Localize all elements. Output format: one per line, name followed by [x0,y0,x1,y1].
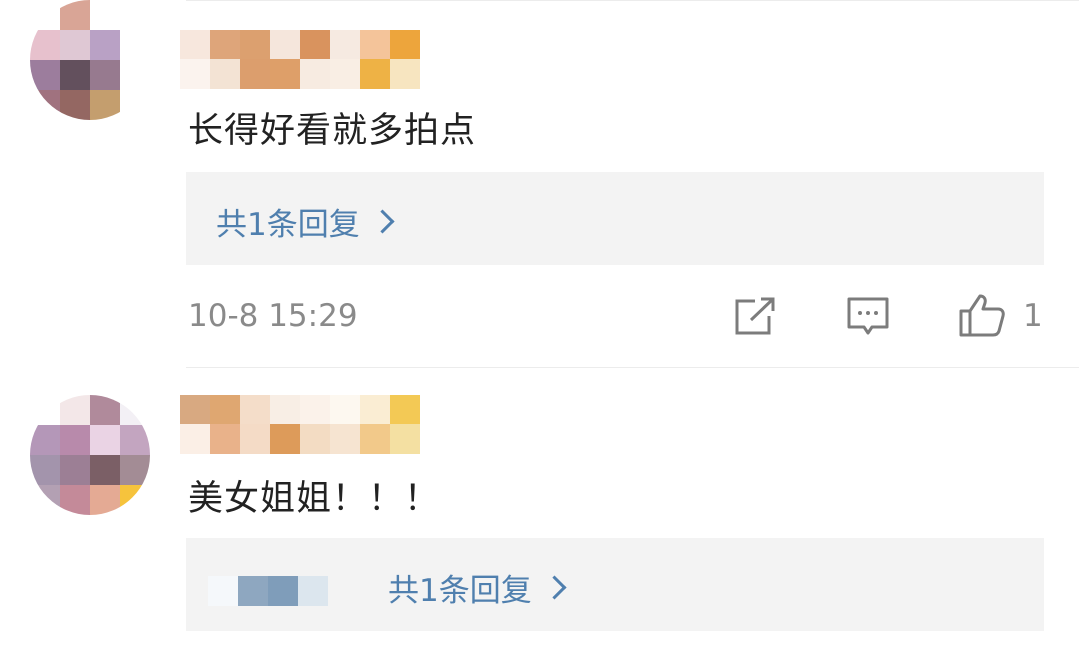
mosaic-tile [300,424,330,454]
mosaic-tile [90,485,120,515]
view-replies-label: 共1条回复 [388,573,532,609]
mosaic-tile [120,30,150,60]
comment-text: 长得好看就多拍点 [188,111,477,151]
mosaic-tile [90,425,120,455]
top-divider [186,0,1079,1]
mosaic-tile [120,455,150,485]
mosaic-tile [300,59,330,89]
mosaic-tile [60,455,90,485]
mosaic-tile [30,395,60,425]
like-button[interactable] [958,292,1006,338]
mosaic-tile [60,0,90,30]
mosaic-tile [390,395,420,425]
mosaic-tile [60,485,90,515]
avatar[interactable] [30,395,150,515]
mosaic-tile [30,0,60,30]
username-blurred[interactable] [180,30,420,89]
comment-divider [186,367,1079,368]
mosaic-tile [120,485,150,515]
mosaic-tile [180,59,210,89]
mosaic-tile [240,30,270,60]
mosaic-tile [360,424,390,454]
mosaic-tile [360,395,390,425]
mosaic-tile [180,30,210,60]
comment-text: 美女姐姐！！！ [188,479,441,519]
mosaic-tile [270,395,300,425]
thumbs-up-icon [959,294,1005,337]
mosaic-tile [60,60,90,90]
reply-preview-box[interactable]: 共1条回复 [186,538,1044,631]
reply-button[interactable] [846,296,890,338]
mosaic-tile [120,395,150,425]
mosaic-tile [238,576,268,606]
chevron-right-icon [542,575,567,600]
mosaic-tile [210,395,240,425]
mosaic-tile [30,60,60,90]
view-replies-link[interactable]: 共1条回复 [388,565,567,610]
mosaic-tile [270,30,300,60]
mosaic-tile [60,395,90,425]
mosaic-tile [120,425,150,455]
mosaic-tile [90,90,120,120]
mosaic-tile [120,0,150,30]
mosaic-tile [30,90,60,120]
mosaic-tile [90,455,120,485]
mosaic-tile [180,395,210,425]
mosaic-tile [30,485,60,515]
mosaic-tile [390,30,420,60]
mosaic-tile [30,30,60,60]
mosaic-tile [90,30,120,60]
mosaic-tile [210,424,240,454]
comment-icon [847,297,889,335]
username-blurred[interactable] [180,395,420,454]
mosaic-tile [60,30,90,60]
mosaic-tile [270,59,300,89]
reply-author-blurred [208,576,328,606]
mosaic-tile [330,30,360,60]
mosaic-tile [30,455,60,485]
view-replies-label: 共1条回复 [216,207,360,243]
like-count: 1 [1023,298,1043,334]
mosaic-tile [210,30,240,60]
mosaic-tile [300,30,330,60]
mosaic-tile [120,60,150,90]
mosaic-tile [270,424,300,454]
share-icon [735,297,775,335]
chevron-right-icon [370,209,395,234]
mosaic-tile [120,90,150,120]
mosaic-tile [60,90,90,120]
mosaic-tile [208,576,238,606]
mosaic-tile [180,424,210,454]
mosaic-tile [268,576,298,606]
mosaic-tile [240,395,270,425]
view-replies-link[interactable]: 共1条回复 [216,199,395,244]
mosaic-tile [360,30,390,60]
comment-timestamp: 10-8 15:29 [188,298,358,334]
mosaic-tile [330,395,360,425]
mosaic-tile [240,424,270,454]
mosaic-tile [90,60,120,90]
mosaic-tile [360,59,390,89]
mosaic-tile [30,425,60,455]
mosaic-tile [240,59,270,89]
mosaic-tile [90,395,120,425]
mosaic-tile [390,424,420,454]
mosaic-tile [90,0,120,30]
mosaic-tile [300,395,330,425]
share-button[interactable] [733,296,777,338]
mosaic-tile [330,424,360,454]
mosaic-tile [298,576,328,606]
mosaic-tile [330,59,360,89]
mosaic-tile [60,425,90,455]
mosaic-tile [390,59,420,89]
avatar[interactable] [30,0,150,120]
mosaic-tile [210,59,240,89]
reply-preview-box[interactable]: 共1条回复 [186,172,1044,265]
